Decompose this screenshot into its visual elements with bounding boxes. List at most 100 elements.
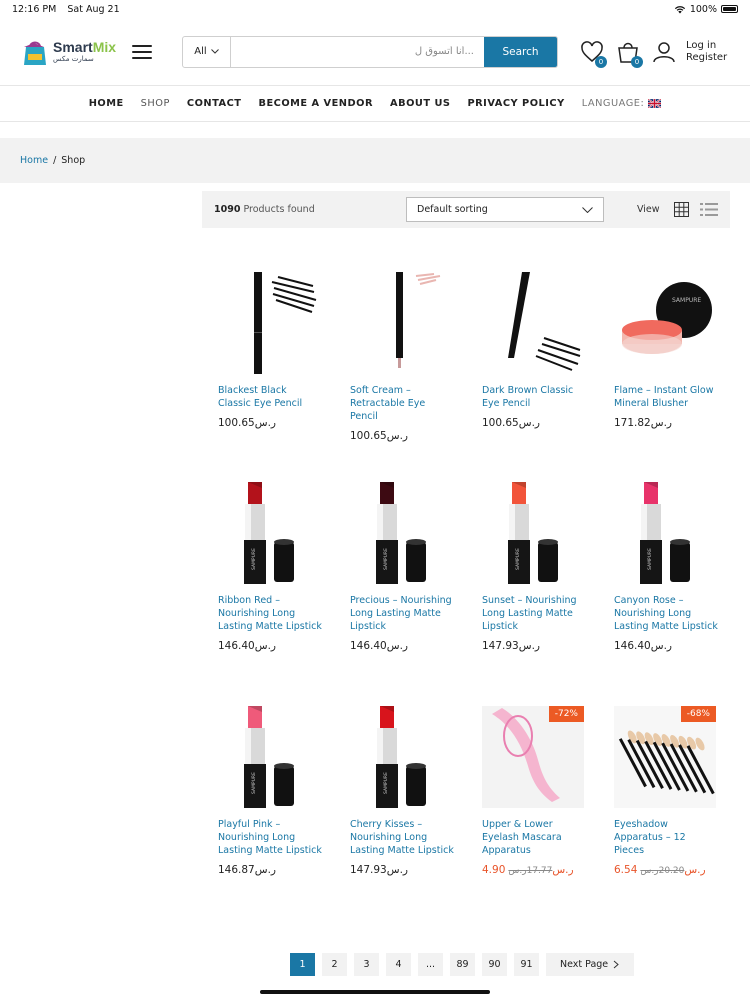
product-title[interactable]: Ribbon Red – Nourishing Long Lasting Mat… [218, 594, 322, 633]
product-price: 146.40ر.س [218, 640, 276, 652]
grid-view-icon[interactable] [674, 202, 689, 217]
products-found-label: Products found [243, 204, 315, 215]
search-input[interactable] [231, 36, 484, 67]
product-card[interactable]: SAMPURE Canyon Rose – Nourishing Long La… [614, 482, 718, 652]
site-header: SmartMix سمارت مكس All Search 0 0 Log in… [0, 18, 750, 86]
nav-about[interactable]: ABOUT US [390, 98, 450, 109]
cart-count: 0 [631, 55, 643, 68]
product-image[interactable]: SAMPURE [614, 482, 716, 584]
product-price: 6.54ر.س20.20ر.س [614, 864, 718, 876]
product-image[interactable]: SAMPURE [482, 482, 584, 584]
product-image[interactable]: SAMPURE [218, 706, 320, 808]
product-title[interactable]: Upper & Lower Eyelash Mascara Apparatus [482, 818, 586, 857]
product-title[interactable]: Playful Pink – Nourishing Long Lasting M… [218, 818, 322, 857]
nav-shop[interactable]: SHOP [141, 98, 170, 109]
wishlist-button[interactable]: 0 [580, 40, 607, 68]
uk-flag-icon [648, 99, 662, 108]
product-card[interactable]: SAMPURE Precious – Nourishing Long Lasti… [350, 482, 454, 652]
register-link[interactable]: Register [686, 52, 727, 64]
product-title[interactable]: Cherry Kisses – Nourishing Long Lasting … [350, 818, 454, 857]
chevron-right-icon [613, 960, 619, 969]
language-label: LANGUAGE: [581, 98, 645, 109]
status-time: 12:16 PM [12, 3, 57, 15]
nav-contact[interactable]: CONTACT [187, 98, 242, 109]
product-image[interactable]: SAMPURE [350, 706, 452, 808]
user-icon[interactable] [652, 40, 676, 64]
product-card[interactable]: Soft Cream – Retractable Eye Pencil 100.… [350, 272, 454, 442]
home-indicator [260, 990, 490, 994]
page-3[interactable]: 3 [354, 953, 379, 976]
svg-text:SAMPURE: SAMPURE [515, 548, 521, 570]
svg-text:SAMPURE: SAMPURE [251, 548, 257, 570]
product-image[interactable]: -68% [614, 706, 716, 808]
product-image[interactable] [350, 272, 452, 374]
search-button[interactable]: Search [484, 36, 557, 67]
login-link[interactable]: Log in [686, 40, 727, 52]
product-card[interactable]: Blackest Black Classic Eye Pencil 100.65… [218, 272, 322, 429]
product-price: 100.65ر.س [218, 417, 276, 429]
logo-arabic-text: سمارت مكس [53, 55, 94, 63]
sorting-select[interactable]: Default sorting [406, 197, 604, 222]
cart-button[interactable]: 0 [616, 40, 643, 68]
product-card[interactable]: SAMPURE Flame – Instant Glow Mineral Blu… [614, 272, 718, 429]
product-title[interactable]: Eyeshadow Apparatus – 12 Pieces [614, 818, 718, 857]
page-90[interactable]: 90 [482, 953, 507, 976]
next-page-button[interactable]: Next Page [546, 953, 635, 976]
product-image[interactable]: SAMPURE [218, 482, 320, 584]
products-count: 1090 [214, 204, 241, 215]
list-view-icon[interactable] [700, 202, 718, 217]
nav-privacy[interactable]: PRIVACY POLICY [467, 98, 564, 109]
shopping-bag-logo-icon [24, 41, 46, 65]
main-nav: HOME SHOP CONTACT BECOME A VENDOR ABOUT … [0, 86, 750, 122]
page-89[interactable]: 89 [450, 953, 475, 976]
product-price: 100.65ر.س [482, 417, 540, 429]
product-card[interactable]: -68% Eyeshadow Apparatus – 12 Pieces 6.5… [614, 706, 718, 876]
product-title[interactable]: Canyon Rose – Nourishing Long Lasting Ma… [614, 594, 718, 633]
product-card[interactable]: SAMPURE Sunset – Nourishing Long Lasting… [482, 482, 586, 652]
search-category-select[interactable]: All [183, 36, 231, 67]
menu-icon[interactable] [132, 44, 152, 59]
product-image[interactable] [482, 272, 584, 374]
product-card[interactable]: SAMPURE Playful Pink – Nourishing Long L… [218, 706, 322, 876]
product-price: 100.65ر.س [350, 430, 408, 442]
page-91[interactable]: 91 [514, 953, 539, 976]
product-price: 146.40ر.س [350, 640, 408, 652]
page-2[interactable]: 2 [322, 953, 347, 976]
page-4[interactable]: 4 [386, 953, 411, 976]
view-label: View [637, 204, 660, 215]
old-price: 17.77ر.س [508, 866, 553, 876]
product-price: 171.82ر.س [614, 417, 672, 429]
product-title[interactable]: Precious – Nourishing Long Lasting Matte… [350, 594, 454, 633]
product-title[interactable]: Sunset – Nourishing Long Lasting Matte L… [482, 594, 586, 633]
breadcrumb-home[interactable]: Home [20, 155, 48, 166]
product-image[interactable]: -72% [482, 706, 584, 808]
search-bar: All Search [182, 35, 558, 68]
page-1[interactable]: 1 [290, 953, 315, 976]
products-found: 1090 Products found [214, 204, 315, 215]
product-image[interactable]: SAMPURE [614, 272, 716, 374]
next-page-label: Next Page [560, 959, 609, 970]
product-image[interactable]: SAMPURE [350, 482, 452, 584]
nav-become-vendor[interactable]: BECOME A VENDOR [259, 98, 374, 109]
product-card[interactable]: Dark Brown Classic Eye Pencil 100.65ر.س [482, 272, 586, 429]
discount-badge: -72% [548, 706, 584, 722]
product-image[interactable] [218, 272, 320, 374]
product-title[interactable]: Dark Brown Classic Eye Pencil [482, 384, 586, 410]
product-card[interactable]: SAMPURE Ribbon Red – Nourishing Long Las… [218, 482, 322, 652]
svg-text:SAMPURE: SAMPURE [251, 772, 257, 794]
battery-percent: 100% [689, 3, 717, 15]
status-bar: 12:16 PM Sat Aug 21 100% [0, 0, 750, 18]
nav-language[interactable]: LANGUAGE: [582, 98, 662, 109]
nav-home[interactable]: HOME [89, 98, 124, 109]
product-price: 146.40ر.س [614, 640, 672, 652]
svg-text:SAMPURE: SAMPURE [383, 548, 389, 570]
product-card[interactable]: -72% Upper & Lower Eyelash Mascara Appar… [482, 706, 586, 876]
breadcrumb: Home / Shop [0, 138, 750, 183]
product-title[interactable]: Soft Cream – Retractable Eye Pencil [350, 384, 454, 423]
chevron-down-icon [210, 49, 219, 54]
logo-text: Smart [53, 39, 93, 55]
product-card[interactable]: SAMPURE Cherry Kisses – Nourishing Long … [350, 706, 454, 876]
site-logo[interactable]: SmartMix سمارت مكس [20, 33, 120, 71]
product-title[interactable]: Blackest Black Classic Eye Pencil [218, 384, 322, 410]
product-title[interactable]: Flame – Instant Glow Mineral Blusher [614, 384, 718, 410]
